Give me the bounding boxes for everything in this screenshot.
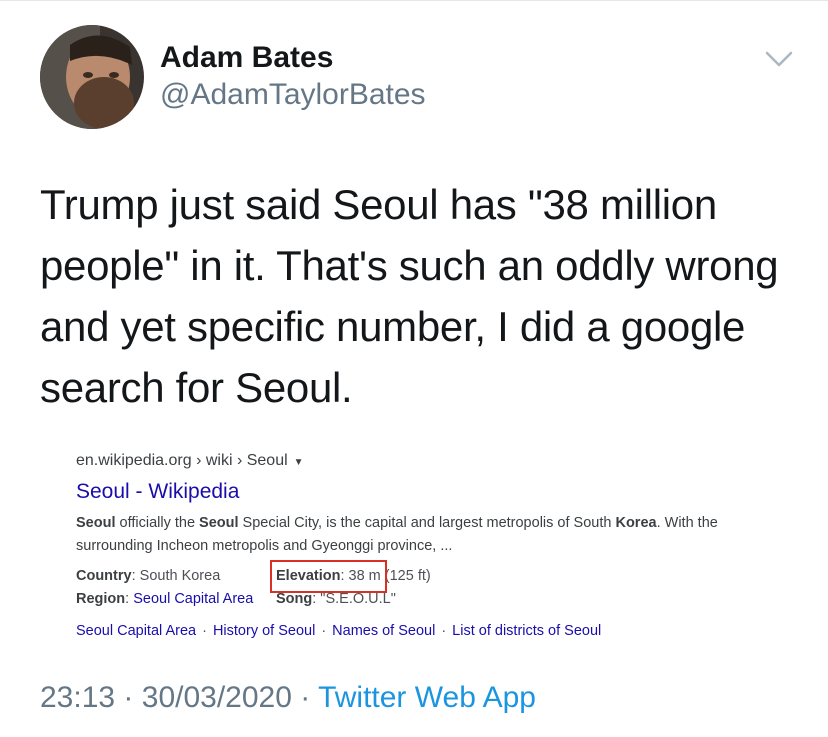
- user-handle[interactable]: @AdamTaylorBates: [160, 77, 426, 113]
- snippet-text-2: Special City, is the capital and largest…: [238, 515, 616, 531]
- tweet-source[interactable]: Twitter Web App: [318, 681, 536, 714]
- result-url: en.wikipedia.org › wiki › Seoul ▼: [76, 452, 304, 470]
- result-title[interactable]: Seoul - Wikipedia: [76, 480, 239, 504]
- result-url-text: en.wikipedia.org › wiki › Seoul: [76, 452, 288, 469]
- snippet-bold-3: Korea: [615, 515, 657, 531]
- fact-song-label: Song: [276, 591, 313, 607]
- tweet-meta: 23:13 · 30/03/2020 · Twitter Web App: [40, 680, 536, 716]
- dropdown-icon: ▼: [293, 457, 304, 468]
- separator: ·: [441, 623, 447, 639]
- tweet-time[interactable]: 23:13: [40, 681, 115, 714]
- separator: ·: [321, 623, 327, 639]
- result-snippet: Seoul officially the Seoul Special City,…: [76, 512, 756, 558]
- tweet-date[interactable]: 30/03/2020: [142, 681, 292, 714]
- chevron-down-icon[interactable]: [762, 44, 796, 74]
- sitelink[interactable]: History of Seoul: [213, 623, 315, 639]
- result-sitelinks: Seoul Capital Area · History of Seoul · Name…: [76, 623, 601, 639]
- fact-song-value: : "S.E.O.U.L": [312, 591, 396, 607]
- fact-region: Region: Seoul Capital Area: [76, 591, 254, 607]
- snippet-bold-2: Seoul: [199, 515, 239, 531]
- separator: ·: [202, 623, 207, 639]
- snippet-text-1: officially the: [115, 515, 200, 531]
- avatar[interactable]: [40, 25, 144, 129]
- fact-country: Country: South Korea: [76, 565, 220, 588]
- meta-separator: ·: [300, 681, 311, 714]
- highlight-box: [270, 560, 387, 593]
- sitelink[interactable]: List of districts of Seoul: [452, 623, 601, 639]
- search-result-screenshot: en.wikipedia.org › wiki › Seoul ▼ Seoul -…: [60, 440, 760, 640]
- fact-region-label: Region: [76, 591, 126, 607]
- fact-country-value: : South Korea: [131, 568, 221, 584]
- top-divider: [0, 0, 828, 1]
- snippet-bold-1: Seoul: [76, 515, 116, 531]
- meta-separator: ·: [123, 681, 134, 714]
- fact-country-label: Country: [76, 568, 132, 584]
- sitelink[interactable]: Names of Seoul: [332, 623, 435, 639]
- display-name[interactable]: Adam Bates: [160, 40, 333, 76]
- sitelink[interactable]: Seoul Capital Area: [76, 623, 196, 639]
- tweet-text: Trump just said Seoul has "38 million pe…: [40, 181, 779, 411]
- avatar-image: [40, 25, 144, 129]
- fact-region-value[interactable]: Seoul Capital Area: [133, 591, 253, 607]
